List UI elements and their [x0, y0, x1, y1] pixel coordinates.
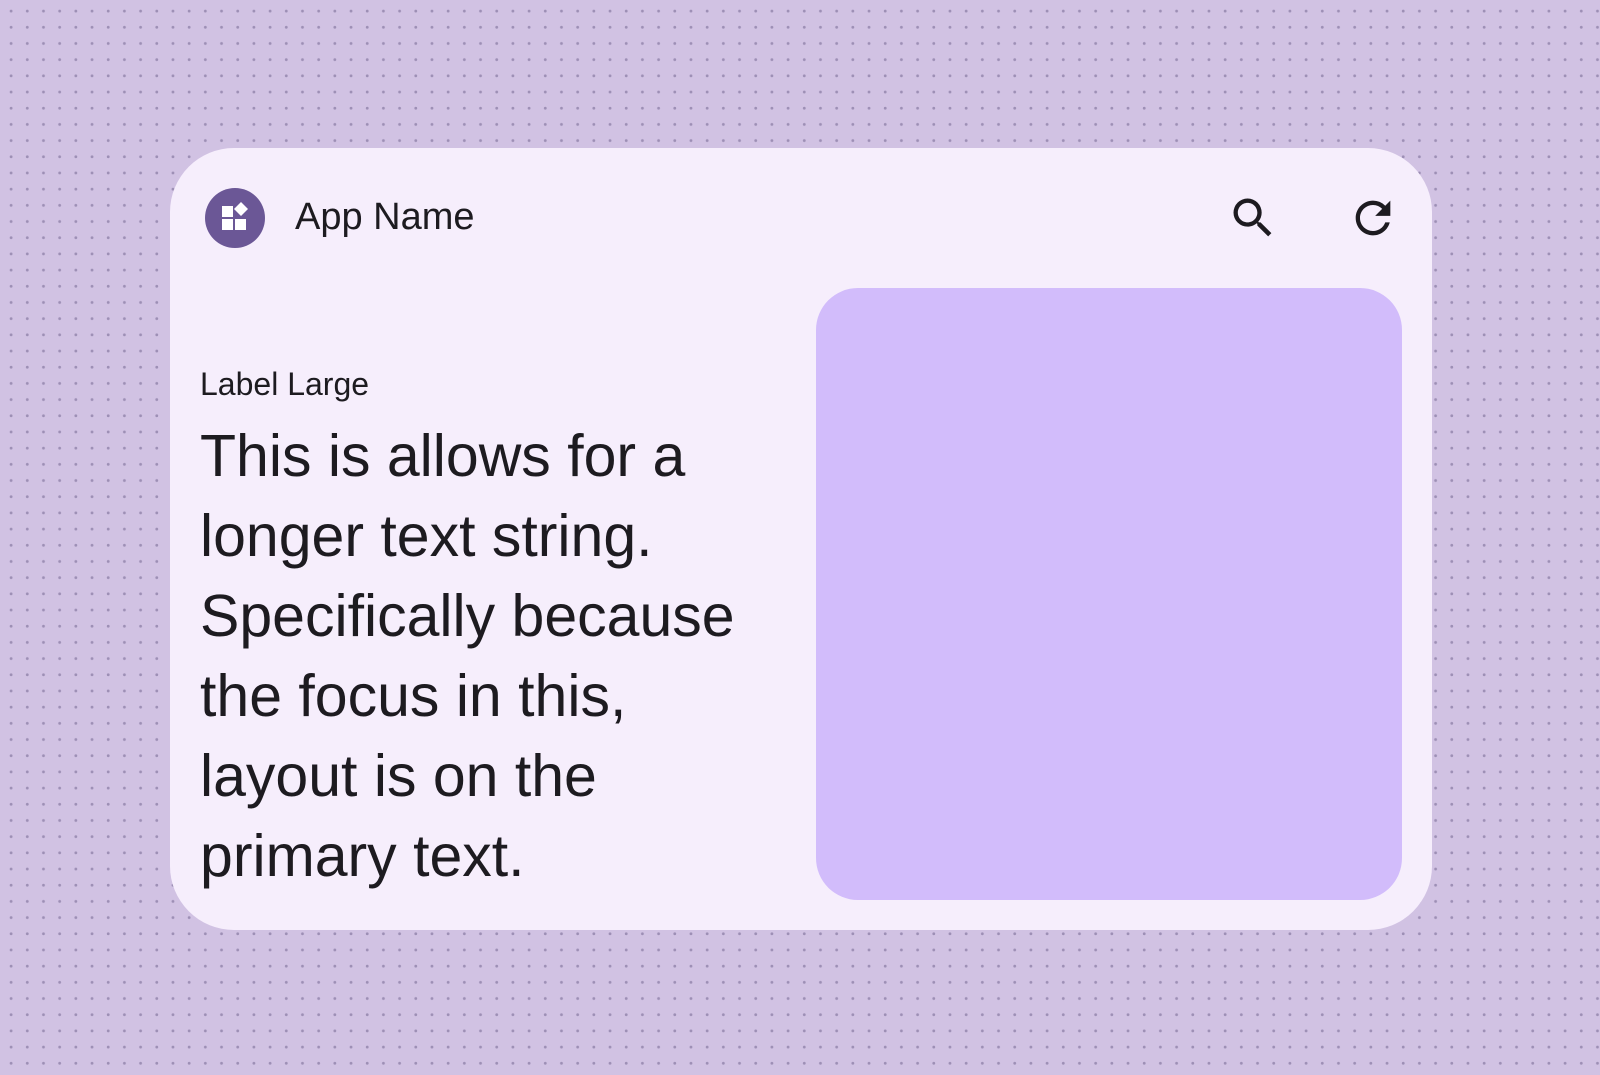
label-large: Label Large: [200, 366, 370, 402]
search-icon: [1233, 198, 1272, 237]
primary-text: This is allows for a longer text string.…: [200, 423, 735, 889]
refresh-icon: [1355, 200, 1391, 236]
image-placeholder: [816, 288, 1402, 900]
widget-card: App Name Label Large This is allows for …: [170, 148, 1432, 930]
widgets-icon: [222, 202, 248, 230]
refresh-button[interactable]: [1343, 188, 1403, 248]
app-icon[interactable]: [205, 188, 265, 248]
search-button[interactable]: [1223, 188, 1283, 248]
app-name: App Name: [295, 196, 475, 238]
